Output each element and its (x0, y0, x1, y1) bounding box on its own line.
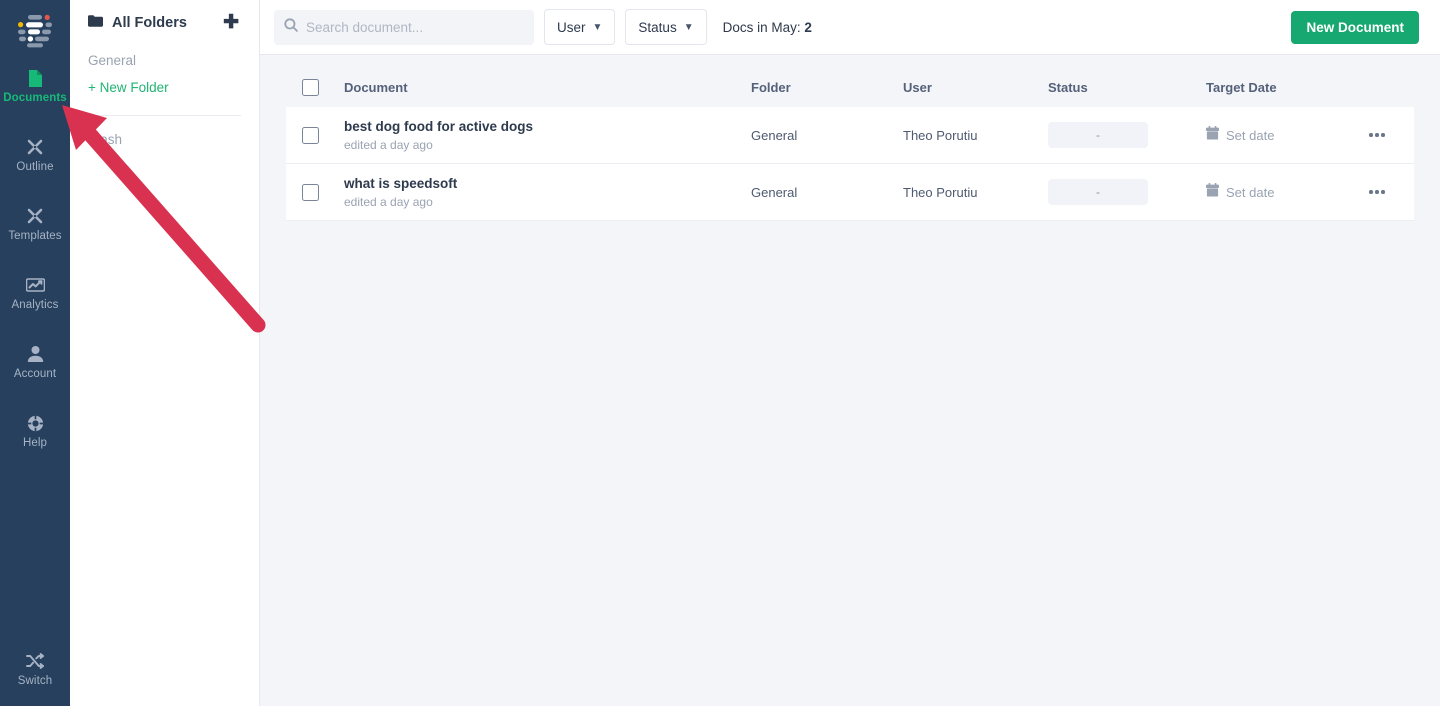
sidebar-item-help[interactable]: Help (0, 407, 70, 454)
more-horizontal-icon[interactable] (1365, 184, 1389, 200)
sidebar-item-documents[interactable]: Documents (0, 62, 70, 109)
folders-title: All Folders (112, 15, 187, 31)
row-checkbox[interactable] (302, 126, 319, 144)
sidebar-item-outline[interactable]: Outline (0, 131, 70, 178)
row-select-cell (302, 183, 344, 201)
document-title: best dog food for active dogs (344, 118, 534, 134)
document-cell[interactable]: what is speedsoft edited a day ago (344, 175, 751, 210)
sidebar-item-account[interactable]: Account (0, 338, 70, 385)
docs-count-value: 2 (804, 19, 812, 35)
column-header-status: Status (1048, 79, 1088, 95)
status-cell[interactable]: - (1048, 122, 1206, 148)
new-folder-button[interactable]: + New Folder (88, 73, 241, 95)
sidebar-item-label: Account (13, 368, 57, 380)
folder-icon (88, 14, 103, 32)
target-date-cell[interactable]: Set date (1206, 125, 1356, 145)
sidebar-item-label: Analytics (11, 299, 59, 311)
primary-nav-rail: Documents Outline Templates Analytics Ac… (0, 0, 70, 706)
status-badge[interactable]: - (1048, 179, 1148, 205)
document-list-logo-icon (18, 14, 52, 48)
table-row[interactable]: what is speedsoft edited a day ago Gener… (286, 164, 1414, 221)
folder-cell: General (751, 127, 798, 143)
toolbar: User ▼ Status ▼ Docs in May: 2 New Docum… (260, 0, 1440, 55)
column-header-document: Document (344, 79, 408, 95)
more-horizontal-icon[interactable] (1365, 127, 1389, 143)
status-badge[interactable]: - (1048, 122, 1148, 148)
outline-tools-icon (26, 137, 44, 157)
select-all-cell (302, 78, 344, 96)
folders-header-left: All Folders (88, 14, 187, 32)
user-filter-label: User (557, 19, 586, 35)
status-filter-dropdown[interactable]: Status ▼ (625, 9, 707, 45)
rail-items: Documents Outline Templates Analytics Ac… (0, 62, 70, 476)
sidebar-item-label: Help (22, 437, 48, 449)
set-date-button[interactable]: Set date (1206, 125, 1356, 145)
docs-count-label: Docs in May: (722, 19, 801, 35)
user-cell: Theo Porutiu (903, 184, 978, 200)
column-header-folder: Folder (751, 79, 791, 95)
sidebar-item-switch[interactable]: Switch (0, 645, 70, 692)
target-date-cell[interactable]: Set date (1206, 182, 1356, 202)
sidebar-item-label: Outline (16, 161, 54, 173)
chevron-down-icon: ▼ (683, 21, 694, 33)
folder-list-item-general[interactable]: General (88, 48, 241, 73)
select-all-checkbox[interactable] (302, 78, 319, 96)
row-actions-cell (1356, 127, 1398, 143)
document-title: what is speedsoft (344, 175, 458, 191)
folder-list-item-trash[interactable]: Trash (88, 132, 241, 147)
sidebar-item-templates[interactable]: Templates (0, 200, 70, 247)
document-cell[interactable]: best dog food for active dogs edited a d… (344, 118, 751, 153)
sidebar-item-label: Templates (8, 230, 62, 242)
row-select-cell (302, 126, 344, 144)
calendar-icon (1206, 125, 1219, 145)
app-root: Documents Outline Templates Analytics Ac… (0, 0, 1440, 706)
documents-table: Document Folder User Status Target Date … (260, 55, 1440, 706)
row-actions-cell (1356, 184, 1398, 200)
help-circle-icon (27, 413, 44, 433)
docs-count: Docs in May: 2 (723, 20, 812, 35)
analytics-chart-icon (25, 275, 45, 295)
document-icon (28, 68, 43, 88)
search-icon (284, 17, 298, 37)
column-header-user: User (903, 79, 932, 95)
main-content: User ▼ Status ▼ Docs in May: 2 New Docum… (260, 0, 1440, 706)
document-edited-time: edited a day ago (344, 194, 433, 209)
sidebar-item-label: Switch (17, 675, 53, 687)
document-edited-time: edited a day ago (344, 137, 433, 152)
table-row[interactable]: best dog food for active dogs edited a d… (286, 107, 1414, 164)
set-date-label: Set date (1226, 127, 1275, 143)
status-cell[interactable]: - (1048, 179, 1206, 205)
table-header-row: Document Folder User Status Target Date (286, 67, 1414, 107)
switch-shuffle-icon (25, 651, 45, 671)
status-filter-label: Status (638, 19, 677, 35)
row-checkbox[interactable] (302, 183, 319, 201)
user-account-icon (27, 344, 44, 364)
user-filter-dropdown[interactable]: User ▼ (544, 9, 616, 45)
add-folder-button[interactable]: ✚ (221, 13, 241, 32)
calendar-icon (1206, 182, 1219, 202)
folders-panel: All Folders ✚ General + New Folder Trash (70, 0, 260, 706)
sidebar-item-label: Documents (3, 92, 67, 104)
user-cell: Theo Porutiu (903, 127, 978, 143)
search-input[interactable] (306, 19, 524, 35)
templates-tools-icon (26, 206, 44, 226)
set-date-label: Set date (1226, 184, 1275, 200)
column-header-target-date: Target Date (1206, 79, 1277, 95)
set-date-button[interactable]: Set date (1206, 182, 1356, 202)
folder-cell: General (751, 184, 798, 200)
chevron-down-icon: ▼ (592, 21, 603, 33)
sidebar-item-analytics[interactable]: Analytics (0, 269, 70, 316)
folders-header: All Folders ✚ (88, 13, 241, 32)
app-logo[interactable] (0, 0, 70, 62)
folders-divider (88, 115, 241, 116)
new-document-button[interactable]: New Document (1291, 10, 1419, 44)
search-box[interactable] (274, 9, 534, 45)
